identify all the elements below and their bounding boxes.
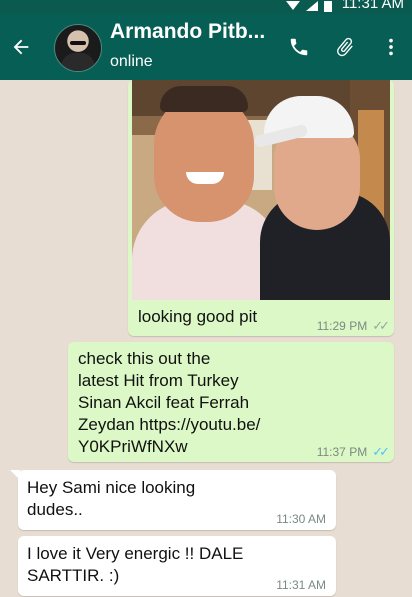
signal-icon (306, 1, 318, 11)
status-time: 11:31 AM (341, 0, 404, 12)
bubble-tail (10, 470, 20, 480)
call-button[interactable] (284, 32, 314, 62)
arrow-left-icon (13, 39, 29, 55)
more-options-button[interactable] (376, 32, 406, 62)
image-message[interactable]: looking good pit 11:29 PM ✓✓ (128, 80, 394, 336)
message-list[interactable]: looking good pit 11:29 PM ✓✓ check this o… (0, 80, 412, 597)
message-meta: 11:37 PM ✓✓ (316, 444, 390, 460)
text-message-incoming[interactable]: Hey Sami nice looking dudes.. 11:30 AM (10, 470, 336, 530)
text-message-incoming[interactable]: I love it Very energic !! DALE SARTTIR. … (18, 536, 336, 596)
image-caption: looking good pit (138, 307, 258, 326)
message-meta: 11:29 PM ✓✓ (316, 318, 390, 334)
status-bar: 11:31 AM (0, 0, 412, 14)
text-message-outgoing[interactable]: check this out the latest Hit from Turke… (68, 342, 394, 462)
battery-icon (324, 1, 332, 12)
message-text: check this out the latest Hit from Turke… (78, 349, 261, 456)
paperclip-icon (337, 37, 353, 57)
wifi-icon (286, 1, 300, 10)
shared-photo[interactable] (132, 80, 390, 300)
double-check-icon: ✓✓ (372, 318, 390, 333)
attach-button[interactable] (330, 32, 360, 62)
back-button[interactable] (6, 32, 36, 62)
message-time: 11:30 AM (276, 512, 326, 526)
message-time: 11:29 PM (316, 319, 368, 333)
more-vertical-icon (389, 38, 393, 56)
contact-status: online (110, 53, 153, 70)
phone-icon (290, 38, 308, 56)
contact-avatar[interactable] (54, 24, 102, 72)
contact-name[interactable]: Armando Pitb... (110, 20, 265, 44)
message-time: 11:37 PM (316, 445, 368, 459)
double-check-icon: ✓✓ (372, 444, 390, 459)
message-text: Hey Sami nice looking dudes.. (27, 478, 196, 519)
message-text: I love it Very energic !! DALE SARTTIR. … (27, 544, 244, 585)
message-time: 11:31 AM (276, 578, 326, 592)
chat-header: Armando Pitb... online (0, 14, 412, 80)
